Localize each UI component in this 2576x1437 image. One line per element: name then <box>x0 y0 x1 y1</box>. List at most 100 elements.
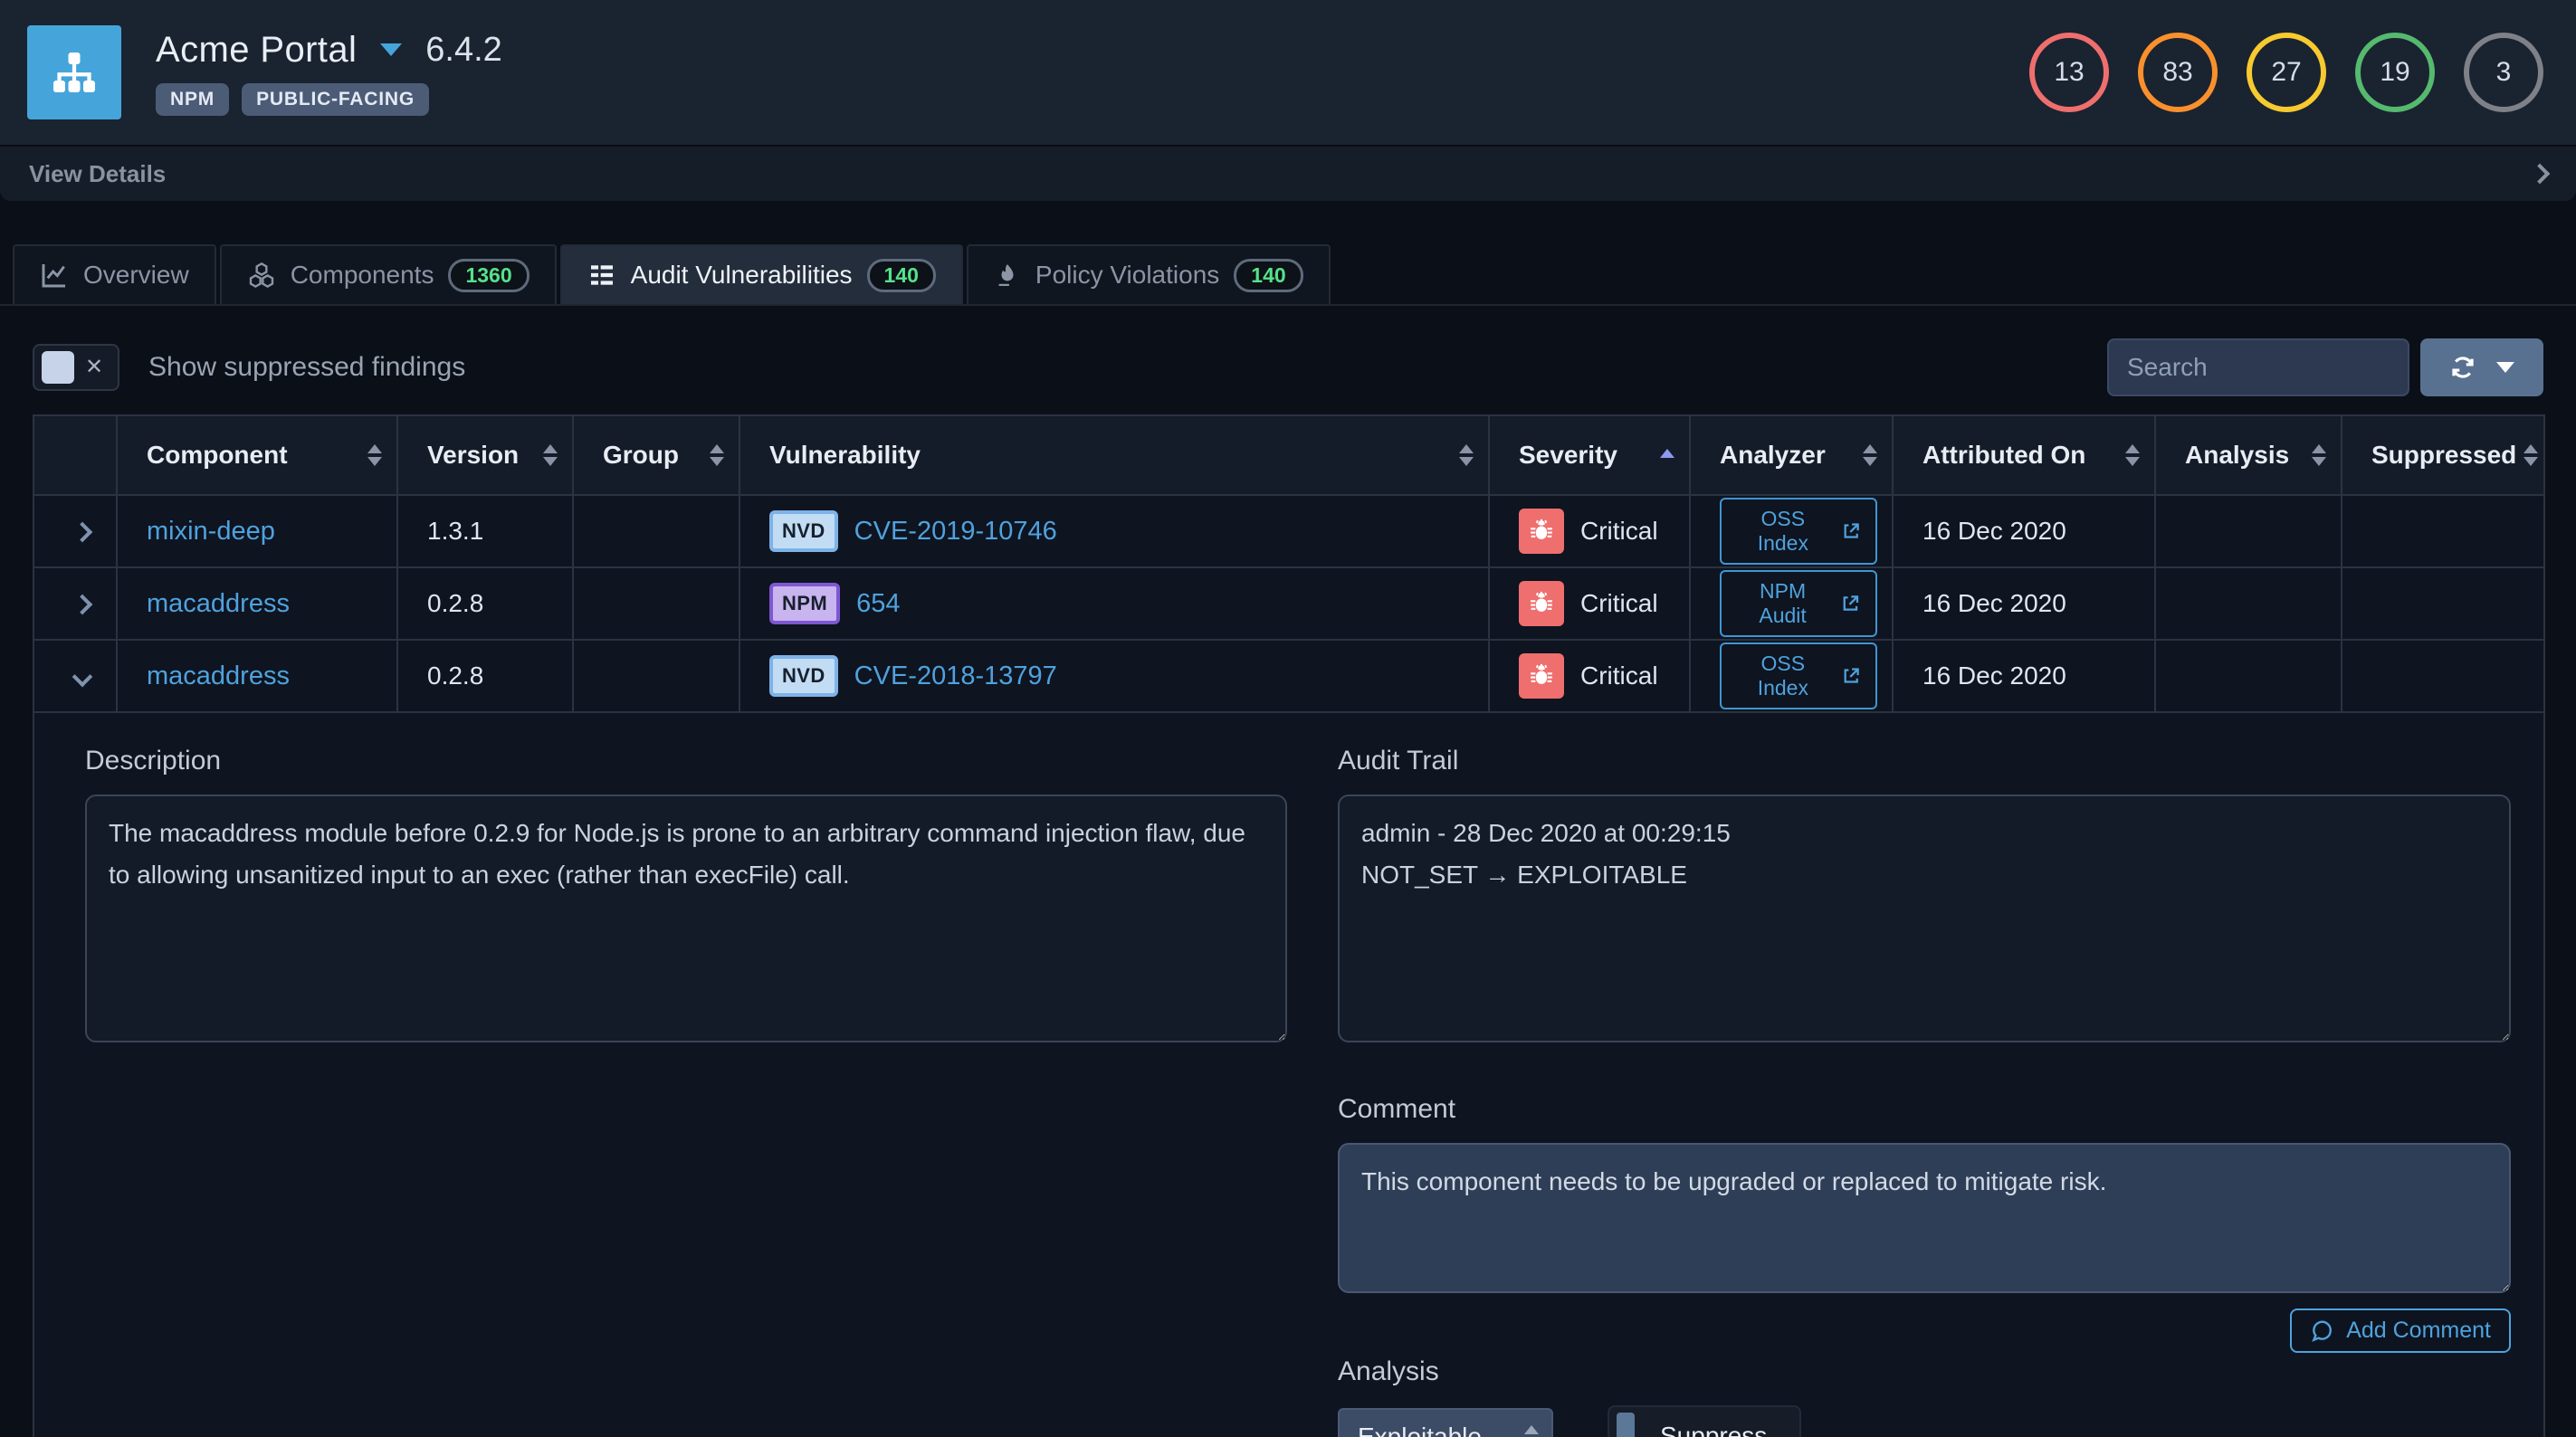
project-dropdown-caret-icon[interactable] <box>380 43 402 56</box>
attributed-on-cell: 16 Dec 2020 <box>1893 567 2155 640</box>
sort-icon <box>1863 444 1877 466</box>
severity-critical-badge <box>1519 581 1564 626</box>
suppress-toggle-knob <box>1617 1413 1635 1437</box>
severity-label: Critical <box>1580 589 1658 618</box>
col-version[interactable]: Version <box>397 415 573 495</box>
source-badge: NVD <box>769 510 838 552</box>
col-severity[interactable]: Severity <box>1489 415 1690 495</box>
component-link[interactable]: macaddress <box>147 661 290 690</box>
severity-label: Critical <box>1580 661 1658 690</box>
source-badge: NPM <box>769 583 840 624</box>
external-link-icon <box>1841 520 1861 542</box>
finding-row: macaddress 0.2.8 NPM654 Critical NPM Aud… <box>33 567 2544 640</box>
col-component[interactable]: Component <box>117 415 397 495</box>
tab-count-badge: 140 <box>867 259 936 292</box>
col-vulnerability[interactable]: Vulnerability <box>739 415 1489 495</box>
analysis-cell <box>2155 567 2342 640</box>
version-cell: 1.3.1 <box>397 495 573 567</box>
chevron-right-icon <box>72 595 93 615</box>
suppress-label: Suppress <box>1660 1422 1767 1437</box>
fire-icon <box>994 261 1021 290</box>
severity-critical-badge <box>1519 653 1564 699</box>
project-tag-npm: NPM <box>156 83 229 116</box>
sort-icon <box>2524 444 2538 466</box>
refresh-button[interactable] <box>2420 338 2543 396</box>
comment-textarea[interactable]: This component needs to be upgraded or r… <box>1338 1143 2511 1293</box>
severity-label: Critical <box>1580 517 1658 546</box>
sitemap-icon <box>47 45 101 100</box>
view-details-bar[interactable]: View Details <box>0 145 2576 201</box>
project-title-block: Acme Portal 6.4.2 NPM PUBLIC-FACING <box>156 30 502 116</box>
metric-unassigned: 3 <box>2464 33 2543 112</box>
row-expander[interactable] <box>33 567 117 640</box>
col-expander <box>33 415 117 495</box>
refresh-icon <box>2449 354 2476 381</box>
sort-asc-icon <box>1660 449 1674 462</box>
version-cell: 0.2.8 <box>397 640 573 712</box>
col-suppressed[interactable]: Suppressed <box>2342 415 2544 495</box>
comment-label: Comment <box>1338 1094 2511 1125</box>
tab-overview[interactable]: Overview <box>13 244 216 304</box>
tab-components[interactable]: Components 1360 <box>220 244 557 304</box>
suppressed-cell <box>2342 495 2544 567</box>
chevron-right-icon <box>2530 164 2551 185</box>
show-suppressed-label: Show suppressed findings <box>148 352 465 383</box>
analyzer-button[interactable]: OSS Index <box>1720 642 1877 709</box>
col-group[interactable]: Group <box>573 415 739 495</box>
attributed-on-cell: 16 Dec 2020 <box>1893 640 2155 712</box>
table-toolbar: ✕ Show suppressed findings <box>33 337 2543 398</box>
row-expander[interactable] <box>33 640 117 712</box>
vulnerability-link[interactable]: 654 <box>856 589 900 619</box>
analysis-label: Analysis <box>1338 1356 2511 1387</box>
project-version: 6.4.2 <box>425 31 502 70</box>
bug-icon <box>1528 590 1555 617</box>
tasks-icon <box>587 261 616 290</box>
tab-bar: Overview Components 1360 Audit Vulnerabi… <box>0 244 2576 306</box>
view-details-label: View Details <box>29 160 166 188</box>
tab-policy-violations[interactable]: Policy Violations 140 <box>967 244 1331 304</box>
tab-label: Overview <box>83 261 189 290</box>
component-link[interactable]: mixin-deep <box>147 517 275 546</box>
tab-label: Policy Violations <box>1035 261 1219 290</box>
suppressed-cell <box>2342 640 2544 712</box>
col-analysis[interactable]: Analysis <box>2155 415 2342 495</box>
description-textarea[interactable]: The macaddress module before 0.2.9 for N… <box>85 795 1287 1042</box>
vulnerability-link[interactable]: CVE-2018-13797 <box>854 661 1057 691</box>
analysis-select[interactable]: Exploitable <box>1338 1408 1553 1437</box>
tab-audit-vulnerabilities[interactable]: Audit Vulnerabilities 140 <box>560 244 963 304</box>
sort-icon <box>543 444 558 466</box>
show-suppressed-toggle[interactable]: ✕ <box>33 344 119 391</box>
search-input[interactable] <box>2107 338 2409 396</box>
comment-bubble-icon <box>2310 1319 2333 1343</box>
analysis-cell <box>2155 495 2342 567</box>
analyzer-button[interactable]: NPM Audit <box>1720 570 1877 637</box>
analyzer-button[interactable]: OSS Index <box>1720 498 1877 565</box>
findings-table: Component Version Group Vulnerability Se… <box>33 414 2545 1437</box>
group-cell <box>573 567 739 640</box>
metric-critical: 13 <box>2029 33 2109 112</box>
col-attributed-on[interactable]: Attributed On <box>1893 415 2155 495</box>
project-title: Acme Portal <box>156 30 357 71</box>
description-label: Description <box>85 746 1287 776</box>
external-link-icon <box>1840 593 1861 614</box>
tab-count-badge: 140 <box>1234 259 1302 292</box>
refresh-dropdown-caret-icon[interactable] <box>2496 362 2514 373</box>
vulnerability-link[interactable]: CVE-2019-10746 <box>854 517 1057 547</box>
sort-icon <box>2125 444 2140 466</box>
suppress-toggle[interactable]: Suppress <box>1608 1405 1801 1437</box>
row-expander[interactable] <box>33 495 117 567</box>
add-comment-button[interactable]: Add Comment <box>2290 1309 2511 1353</box>
toggle-off-x-icon: ✕ <box>85 357 103 378</box>
component-link[interactable]: macaddress <box>147 589 290 618</box>
sort-icon <box>367 444 382 466</box>
bug-icon <box>1528 518 1555 545</box>
group-cell <box>573 640 739 712</box>
chevron-right-icon <box>72 522 93 543</box>
group-cell <box>573 495 739 567</box>
finding-row: mixin-deep 1.3.1 NVD CVE-2019-10746 Criti… <box>33 495 2544 567</box>
attributed-on-cell: 16 Dec 2020 <box>1893 495 2155 567</box>
severity-metrics: 13 83 27 19 3 <box>2029 33 2543 112</box>
metric-high: 83 <box>2138 33 2218 112</box>
col-analyzer[interactable]: Analyzer <box>1690 415 1893 495</box>
audit-trail-textarea[interactable]: admin - 28 Dec 2020 at 00:29:15 NOT_SET … <box>1338 795 2511 1042</box>
